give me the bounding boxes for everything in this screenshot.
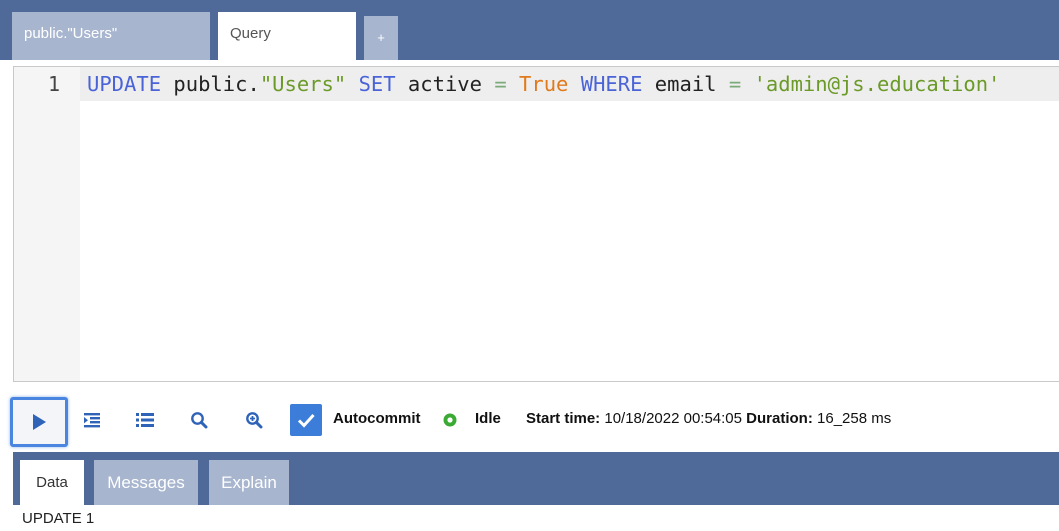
result-output: UPDATE 1 xyxy=(22,510,95,527)
code-token: True xyxy=(519,72,569,96)
code-token: SET xyxy=(358,72,396,96)
zoom-in-icon xyxy=(246,412,263,429)
timing-info: Start time: 10/18/2022 00:54:05 Duration… xyxy=(526,408,891,430)
search-icon xyxy=(191,412,208,429)
code-token: = xyxy=(494,72,507,96)
tab-messages[interactable]: Messages xyxy=(94,460,198,505)
code-token: 'admin@js.education' xyxy=(753,72,1001,96)
duration-label: Duration: xyxy=(746,410,813,427)
sql-code-line[interactable]: UPDATE public."Users" SET active = True … xyxy=(87,67,1000,101)
tab-query[interactable]: Query xyxy=(218,12,356,60)
list-button[interactable] xyxy=(123,398,167,442)
query-toolbar: Autocommit Idle Start time: 10/18/2022 0… xyxy=(0,392,1059,450)
code-token: WHERE xyxy=(580,72,643,96)
list-icon xyxy=(136,413,154,427)
tab-data[interactable]: Data xyxy=(20,460,84,505)
start-time-value: 10/18/2022 00:54:05 xyxy=(604,410,742,427)
status-text: Idle xyxy=(475,410,501,427)
code-token: public. xyxy=(161,72,260,96)
add-tab-button[interactable]: + xyxy=(364,16,398,60)
run-query-button[interactable] xyxy=(10,397,68,447)
query-tab-bar: public."Users" Query + xyxy=(0,0,1059,60)
code-token: UPDATE xyxy=(87,72,162,96)
duration-value: 16_258 ms xyxy=(817,410,892,427)
code-token: "Users" xyxy=(259,72,347,96)
checkmark-icon xyxy=(297,413,315,428)
code-token: active xyxy=(395,72,495,96)
tab-explain[interactable]: Explain xyxy=(209,460,289,505)
status-dot-icon xyxy=(443,413,457,427)
autocommit-checkbox[interactable] xyxy=(290,404,322,436)
sql-editor[interactable]: 1 UPDATE public."Users" SET active = Tru… xyxy=(13,66,1059,382)
code-token: = xyxy=(728,72,742,96)
search-button[interactable] xyxy=(177,398,221,442)
line-number: 1 xyxy=(47,72,60,96)
indent-list-icon xyxy=(84,413,100,428)
code-token: email xyxy=(642,72,729,96)
line-number-gutter xyxy=(14,67,80,381)
tab-users-table[interactable]: public."Users" xyxy=(12,12,210,60)
autocommit-label: Autocommit xyxy=(333,410,421,427)
play-icon xyxy=(33,414,46,430)
zoom-in-button[interactable] xyxy=(232,398,276,442)
run-selected-button[interactable] xyxy=(70,398,114,442)
results-tab-bar: Data Messages Explain xyxy=(13,452,1059,505)
start-time-label: Start time: xyxy=(526,410,601,427)
